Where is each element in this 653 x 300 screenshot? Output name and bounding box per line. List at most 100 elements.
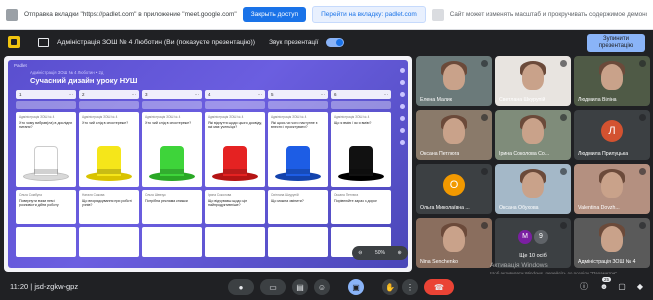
stop-sharing-button[interactable]: Закрыть доступ bbox=[242, 7, 307, 22]
response-card[interactable] bbox=[142, 227, 202, 257]
add-post-button[interactable] bbox=[142, 101, 202, 109]
zoom-level: 50% bbox=[374, 250, 385, 256]
chat-icon[interactable]: ▢ bbox=[616, 281, 628, 293]
thinking-hat-image bbox=[145, 136, 199, 184]
more-options-button[interactable]: ⋮ bbox=[402, 279, 418, 295]
card-author: Адміністрація ЗОШ № 4 bbox=[82, 115, 118, 119]
rail-more-icon[interactable] bbox=[399, 104, 405, 109]
more-participants-avatars: M9 bbox=[518, 230, 548, 244]
participant-video-face bbox=[522, 118, 544, 144]
camera-button[interactable]: ▭ bbox=[260, 279, 286, 295]
question-card[interactable]: Адміністрація ЗОШ № 4 Хто чий слід в спос… bbox=[79, 112, 139, 187]
meeting-time-and-code: 11:20 | jsd-zgkw-gpz bbox=[10, 282, 79, 291]
hat-band bbox=[97, 169, 121, 174]
zoom-in-icon[interactable]: ⊕ bbox=[398, 250, 402, 256]
column-more-icon[interactable]: ⋯ bbox=[195, 92, 200, 97]
participant-tile[interactable]: Елена Малик bbox=[416, 56, 492, 106]
column-header: 5 ⋯ bbox=[268, 90, 328, 99]
response-text: Що впорядкування при роботі учнів? bbox=[82, 199, 132, 208]
column-header: 3 ⋯ bbox=[142, 90, 202, 99]
participant-avatar: Л bbox=[601, 120, 623, 142]
thinking-hat-image bbox=[208, 136, 262, 184]
card-author: Адміністрація ЗОШ № 4 bbox=[145, 115, 181, 119]
microphone-button[interactable]: ● bbox=[228, 279, 254, 295]
padlet-title: Сучасний дизайн уроку НУШ bbox=[30, 76, 138, 85]
mic-muted-icon bbox=[639, 114, 646, 121]
column-number: 6 bbox=[334, 92, 337, 97]
response-card[interactable]: Наталя Сакова Що впорядкування при роботі… bbox=[79, 190, 139, 224]
response-card[interactable] bbox=[268, 227, 328, 257]
rail-heart-icon[interactable] bbox=[399, 68, 405, 73]
rail-slideshow-icon[interactable] bbox=[399, 116, 405, 121]
response-card[interactable] bbox=[79, 227, 139, 257]
column-number: 4 bbox=[208, 92, 211, 97]
add-post-button[interactable] bbox=[79, 101, 139, 109]
column-more-icon[interactable]: ⋯ bbox=[384, 92, 389, 97]
presentation-stage: Padlet Адміністрація ЗОШ № 4 Люботин • 2… bbox=[4, 56, 412, 272]
column-more-icon[interactable]: ⋯ bbox=[132, 92, 137, 97]
activities-icon[interactable]: ◆ bbox=[634, 281, 646, 293]
rail-settings-icon[interactable] bbox=[399, 92, 405, 97]
padlet-column: 4 ⋯ Адміністрація ЗОШ № 4 Які відчуття щодо… bbox=[205, 90, 265, 266]
participant-tile[interactable]: Людмила Віліна bbox=[574, 56, 650, 106]
column-more-icon[interactable]: ⋯ bbox=[69, 92, 74, 97]
zoom-out-icon[interactable]: ⊖ bbox=[358, 250, 362, 256]
response-card[interactable]: Ірина Соколова Що відчуваєш щодо ціп найп… bbox=[205, 190, 265, 224]
emoji-button[interactable]: ☺ bbox=[314, 279, 330, 295]
participant-tile[interactable]: Valentina Dovzh... bbox=[574, 164, 650, 214]
add-post-button[interactable] bbox=[268, 101, 328, 109]
rail-share-icon[interactable] bbox=[399, 80, 405, 85]
response-card[interactable]: Оксана Петлюга Порівнюйте зараз з дорог bbox=[331, 190, 391, 224]
add-post-button[interactable] bbox=[16, 101, 76, 109]
column-number: 1 bbox=[19, 92, 22, 97]
participant-tile[interactable]: Ірина Соколова Со... bbox=[495, 110, 571, 160]
raise-hand-button[interactable]: ✋ bbox=[382, 279, 398, 295]
tab-share-bar: Отправка вкладки "https://padlet.com" в … bbox=[0, 0, 653, 30]
add-post-button[interactable] bbox=[205, 101, 265, 109]
card-author: Адміністрація ЗОШ № 4 bbox=[208, 115, 244, 119]
participant-tile[interactable]: O Ольга Миколаївна ... bbox=[416, 164, 492, 214]
rail-remake-icon[interactable] bbox=[399, 128, 405, 133]
participant-tile[interactable]: Адміністрація ЗОШ № 4 bbox=[574, 218, 650, 268]
response-card[interactable] bbox=[205, 227, 265, 257]
column-more-icon[interactable]: ⋯ bbox=[321, 92, 326, 97]
card-author: Адміністрація ЗОШ № 4 bbox=[334, 115, 370, 119]
participant-tile[interactable]: Светлана Шкурупій bbox=[495, 56, 571, 106]
question-card[interactable]: Адміністрація ЗОШ № 4 Хто чий слід в спос… bbox=[142, 112, 202, 187]
question-card[interactable]: Адміністрація ЗОШ № 4 Які відчуття щодо ц… bbox=[205, 112, 265, 187]
response-card[interactable] bbox=[16, 227, 76, 257]
card-question: Хто чому вибрав(ла) в досліднє питаня? bbox=[19, 121, 73, 130]
rail-help-icon[interactable] bbox=[399, 140, 405, 145]
participant-video-face bbox=[601, 64, 623, 90]
presentation-audio-label: Звук презентації bbox=[269, 38, 319, 46]
present-button[interactable]: ▣ bbox=[348, 279, 364, 295]
response-card[interactable]: Ольга Сомбула Повернути вчим нем і розпов… bbox=[16, 190, 76, 224]
participant-tile[interactable]: M 9 Ще 10 осіб bbox=[495, 218, 571, 268]
column-header: 1 ⋯ bbox=[16, 90, 76, 99]
participant-video-face bbox=[601, 226, 623, 252]
leave-call-button[interactable]: ☎ bbox=[424, 279, 454, 295]
go-to-tab-button[interactable]: Перейти на вкладку: padlet.com bbox=[312, 6, 426, 23]
column-more-icon[interactable]: ⋯ bbox=[258, 92, 263, 97]
question-card[interactable]: Адміністрація ЗОШ № 4 Хто чому вибрав(ла)… bbox=[16, 112, 76, 187]
participant-name: Ірина Соколова Со... bbox=[499, 151, 550, 157]
response-card[interactable]: Ольга Шевчук Потрібна реклама книжки bbox=[142, 190, 202, 224]
participant-tile[interactable]: Оксана Обухова bbox=[495, 164, 571, 214]
participant-tile[interactable]: Оксана Петлюга bbox=[416, 110, 492, 160]
participant-tile[interactable]: Nina Senchenko bbox=[416, 218, 492, 268]
people-icon[interactable]: ☻ bbox=[598, 281, 610, 293]
more-avatar: M bbox=[518, 230, 532, 244]
stop-presenting-button[interactable]: Зупинити презентацію bbox=[587, 34, 645, 52]
padlet-column: 1 ⋯ Адміністрація ЗОШ № 4 Хто чому вибрав(л… bbox=[16, 90, 76, 266]
question-card[interactable]: Адміністрація ЗОШ № 4 Що я вмію / як я вм… bbox=[331, 112, 391, 187]
participant-tile[interactable]: Л Людмила Прилуцька bbox=[574, 110, 650, 160]
response-card[interactable]: Світлана Шкурупій Що можна змінити? bbox=[268, 190, 328, 224]
captions-button[interactable]: ▤ bbox=[292, 279, 308, 295]
meeting-info-icon[interactable]: ⓘ bbox=[578, 281, 590, 293]
participant-name: Светлана Шкурупій bbox=[499, 97, 546, 103]
add-post-button[interactable] bbox=[331, 101, 391, 109]
question-card[interactable]: Адміністрація ЗОШ № 4 Які щось чи чого на… bbox=[268, 112, 328, 187]
presentation-audio-toggle[interactable] bbox=[326, 37, 345, 47]
column-header: 2 ⋯ bbox=[79, 90, 139, 99]
info-icon bbox=[431, 8, 444, 21]
